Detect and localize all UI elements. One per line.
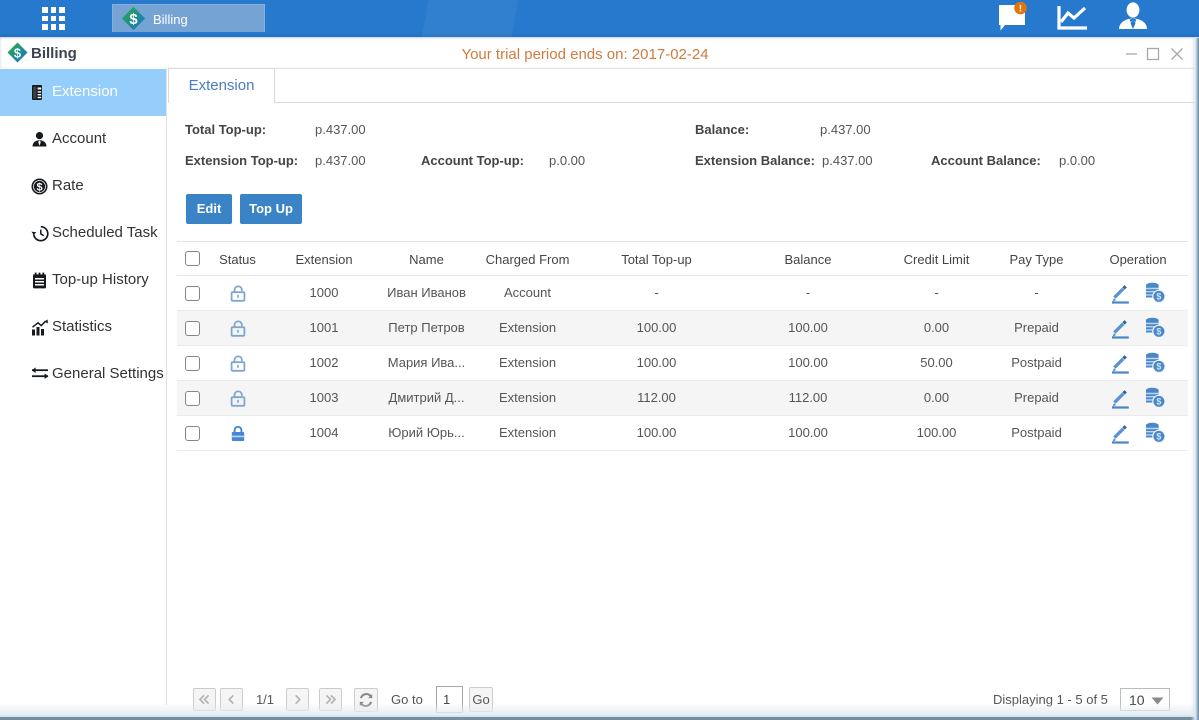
svg-text:$: $ <box>1156 362 1161 372</box>
svg-text:$: $ <box>1156 292 1161 302</box>
svg-text:$: $ <box>129 12 137 28</box>
svg-text:$: $ <box>36 182 42 194</box>
svg-text:$: $ <box>1156 397 1161 407</box>
svg-text:$: $ <box>1156 327 1161 337</box>
svg-text:!: ! <box>1019 4 1022 15</box>
svg-text:$: $ <box>1156 432 1161 442</box>
